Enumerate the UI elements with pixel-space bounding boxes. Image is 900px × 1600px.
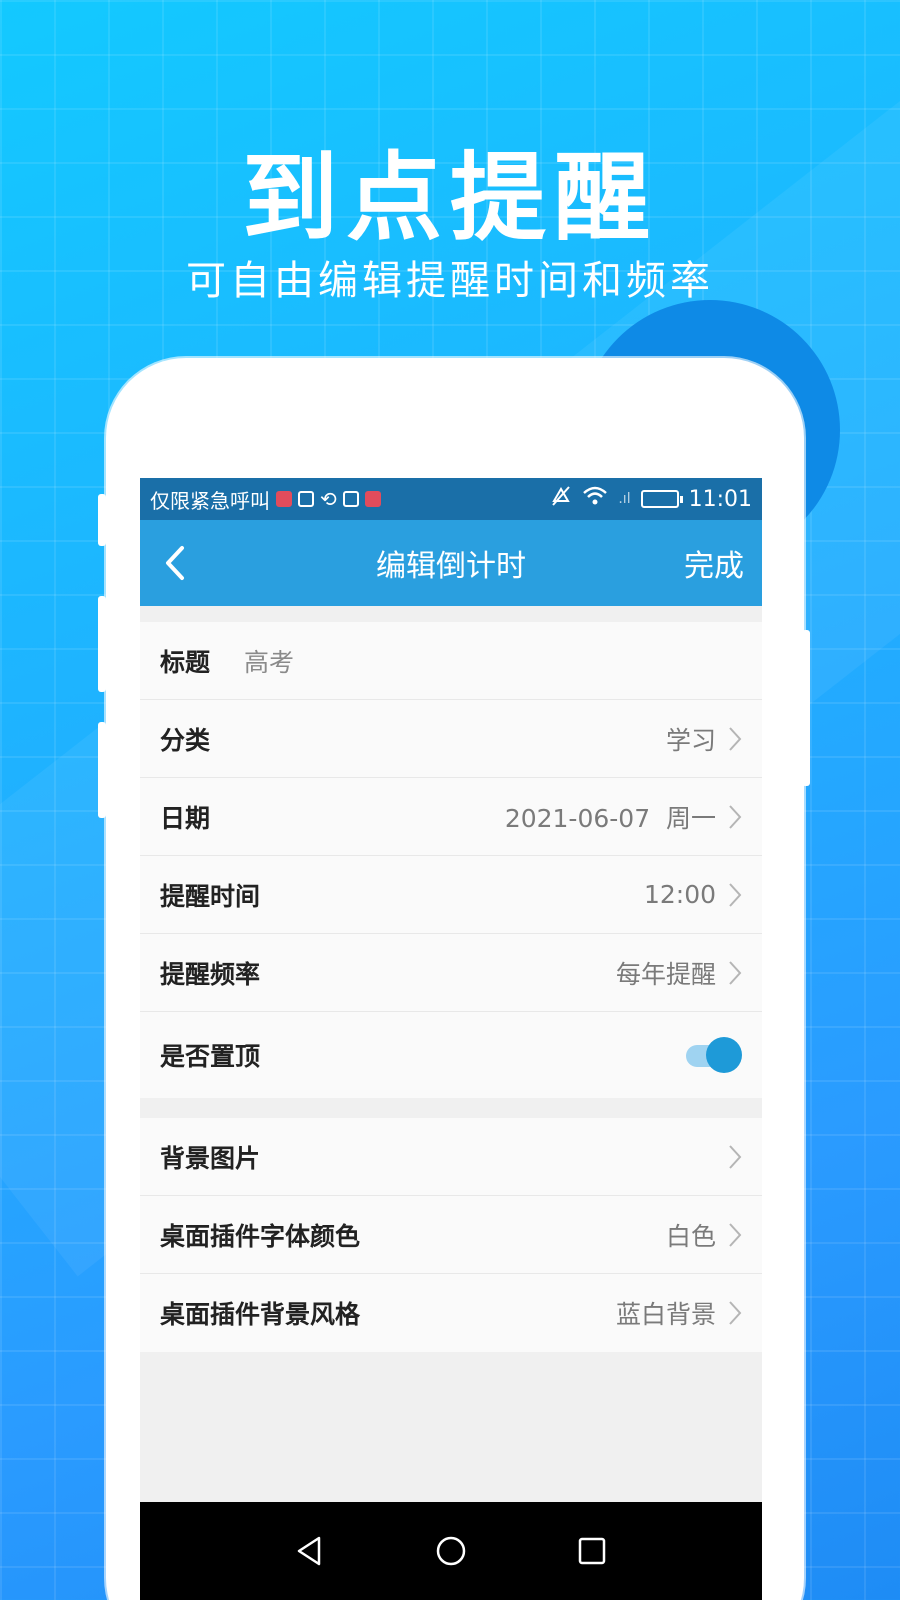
signal-icon: .ıl bbox=[618, 491, 631, 507]
app-bar: 编辑倒计时 完成 bbox=[140, 520, 762, 606]
done-button[interactable]: 完成 bbox=[684, 541, 762, 585]
app-notification-icon bbox=[276, 491, 292, 507]
wifi-icon bbox=[582, 485, 608, 513]
sync-icon: ⟲ bbox=[320, 487, 337, 511]
gallery-icon bbox=[298, 491, 314, 507]
mail-icon bbox=[342, 491, 359, 507]
settings-group-main: 标题 高考 分类 学习 日期 2021-06-07 周一 提醒时间 12:00 … bbox=[140, 622, 762, 1098]
phone-volume-down-button bbox=[98, 722, 106, 818]
title-input[interactable]: 高考 bbox=[244, 643, 294, 679]
back-button[interactable] bbox=[140, 520, 210, 606]
pin-top-toggle[interactable] bbox=[684, 1037, 742, 1073]
nav-recents-icon[interactable] bbox=[575, 1534, 609, 1568]
widget-font-color-label: 桌面插件字体颜色 bbox=[160, 1221, 361, 1251]
status-time: 11:01 bbox=[688, 486, 752, 512]
system-nav-bar bbox=[140, 1502, 762, 1600]
promo-headline: 到点提醒 bbox=[242, 142, 658, 254]
category-value: 学习 bbox=[665, 725, 716, 755]
phone-volume-up-button bbox=[98, 596, 106, 692]
chevron-right-icon bbox=[729, 1222, 742, 1247]
remind-time-label: 提醒时间 bbox=[160, 881, 261, 911]
background-image-row[interactable]: 背景图片 bbox=[140, 1118, 762, 1196]
widget-background-style-row[interactable]: 桌面插件背景风格 蓝白背景 bbox=[140, 1274, 762, 1352]
promo-subline: 可自由编辑提醒时间和频率 bbox=[186, 258, 714, 304]
widget-font-color-row[interactable]: 桌面插件字体颜色 白色 bbox=[140, 1196, 762, 1274]
widget-background-style-value: 蓝白背景 bbox=[615, 1300, 716, 1329]
battery-icon bbox=[640, 490, 683, 508]
remind-frequency-row[interactable]: 提醒频率 每年提醒 bbox=[140, 934, 762, 1012]
pin-top-label: 是否置顶 bbox=[160, 1042, 261, 1071]
category-label: 分类 bbox=[160, 725, 211, 755]
date-label: 日期 bbox=[160, 803, 211, 833]
date-row[interactable]: 日期 2021-06-07 周一 bbox=[140, 778, 762, 856]
remind-time-value: 12:00 bbox=[643, 880, 716, 909]
status-bar: 仅限紧急呼叫 ⟲ .ıl 11:01 bbox=[140, 478, 762, 520]
chevron-right-icon bbox=[729, 1301, 742, 1325]
title-label: 标题 bbox=[160, 647, 211, 677]
background-image-label: 背景图片 bbox=[160, 1143, 261, 1173]
chevron-right-icon bbox=[729, 726, 742, 751]
widget-font-color-value: 白色 bbox=[665, 1221, 716, 1251]
chevron-right-icon bbox=[729, 1144, 742, 1169]
mute-icon bbox=[550, 485, 572, 513]
remind-time-row[interactable]: 提醒时间 12:00 bbox=[140, 856, 762, 934]
toggle-knob bbox=[706, 1037, 742, 1073]
phone-side-button bbox=[98, 494, 106, 546]
remind-frequency-value: 每年提醒 bbox=[615, 959, 716, 989]
remind-frequency-label: 提醒频率 bbox=[160, 959, 261, 989]
calendar-icon bbox=[364, 491, 381, 507]
carrier-text: 仅限紧急呼叫 bbox=[150, 488, 270, 513]
settings-group-widget: 背景图片 桌面插件字体颜色 白色 桌面插件背景风格 蓝白背景 bbox=[140, 1118, 762, 1352]
phone-screen: 仅限紧急呼叫 ⟲ .ıl 11:01 编辑倒计时 完成 标题 高考 分类 学习 … bbox=[140, 478, 762, 1600]
chevron-left-icon bbox=[166, 546, 184, 580]
page-title: 编辑倒计时 bbox=[376, 549, 526, 584]
phone-power-button bbox=[802, 630, 810, 786]
title-row[interactable]: 标题 高考 bbox=[140, 622, 762, 700]
date-value: 2021-06-07 周一 bbox=[504, 803, 716, 833]
widget-background-style-label: 桌面插件背景风格 bbox=[160, 1300, 361, 1329]
nav-home-icon[interactable] bbox=[434, 1534, 468, 1568]
nav-back-icon[interactable] bbox=[293, 1534, 327, 1568]
chevron-right-icon bbox=[729, 882, 742, 907]
pin-top-row: 是否置顶 bbox=[140, 1012, 762, 1098]
category-row[interactable]: 分类 学习 bbox=[140, 700, 762, 778]
chevron-right-icon bbox=[729, 960, 742, 985]
chevron-right-icon bbox=[729, 804, 742, 829]
